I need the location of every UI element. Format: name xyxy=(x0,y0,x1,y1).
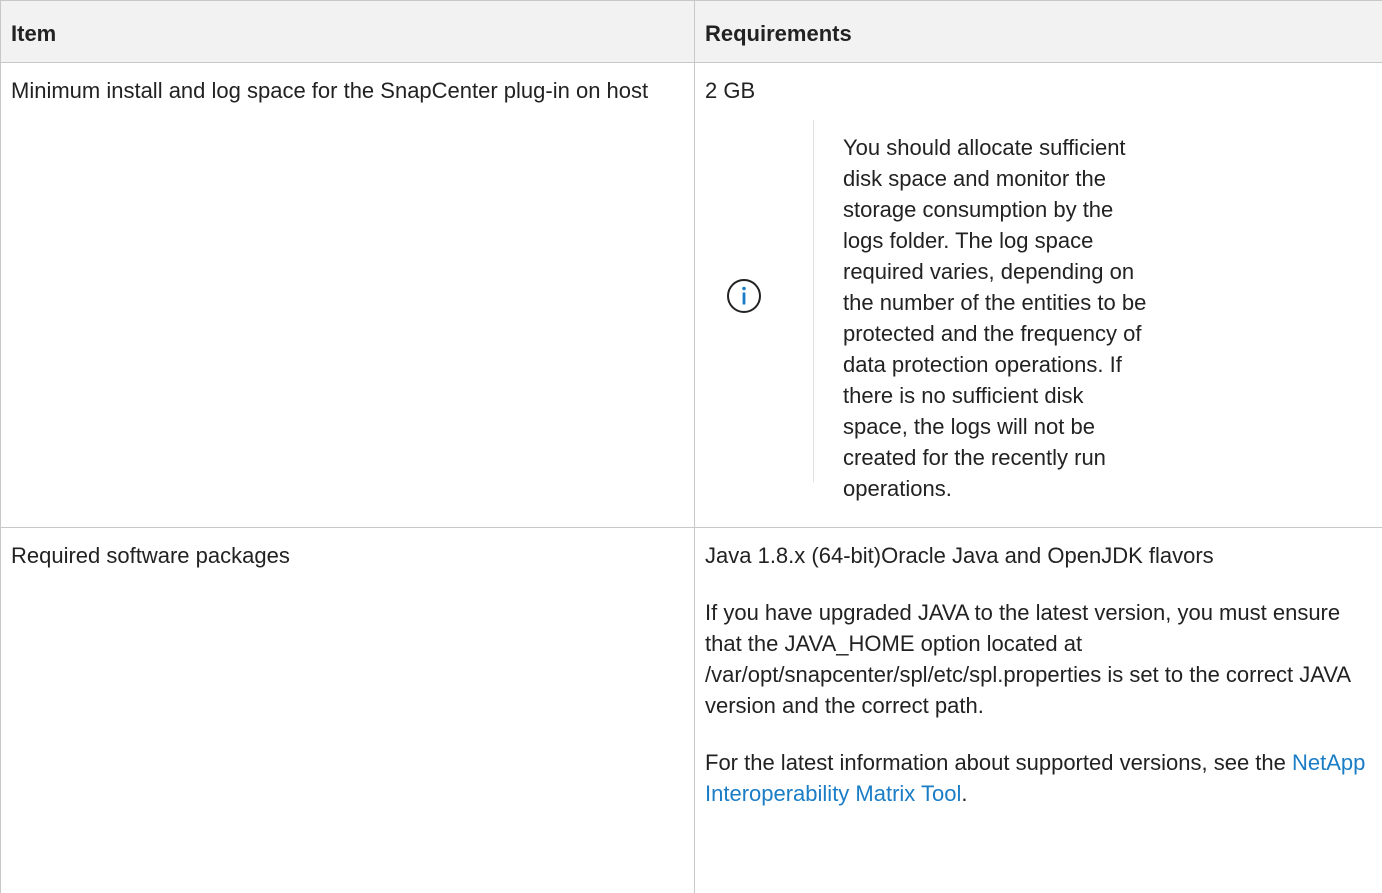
item-text: Minimum install and log space for the Sn… xyxy=(11,78,648,103)
note-text: You should allocate sufficient disk spac… xyxy=(843,132,1153,504)
info-note: You should allocate sufficient disk spac… xyxy=(705,120,1372,482)
java-home-paragraph: If you have upgraded JAVA to the latest … xyxy=(705,597,1372,721)
item-text: Required software packages xyxy=(11,543,290,568)
requirements-table: Item Requirements Minimum install and lo… xyxy=(0,0,1382,893)
requirement-cell: Java 1.8.x (64-bit)Oracle Java and OpenJ… xyxy=(695,528,1382,893)
table-header-row: Item Requirements xyxy=(1,1,1382,63)
header-requirements: Requirements xyxy=(695,1,1382,63)
requirement-text: Java 1.8.x (64-bit)Oracle Java and OpenJ… xyxy=(705,540,1372,571)
item-cell: Minimum install and log space for the Sn… xyxy=(1,63,695,528)
paragraph-prefix: For the latest information about support… xyxy=(705,750,1292,775)
item-cell: Required software packages xyxy=(1,528,695,893)
requirement-cell: 2 GB You should allocate sufficient disk… xyxy=(695,63,1382,528)
supported-versions-paragraph: For the latest information about support… xyxy=(705,747,1372,809)
table-row: Required software packages Java 1.8.x (6… xyxy=(1,528,1382,893)
info-icon xyxy=(726,278,762,314)
note-icon-column xyxy=(705,120,814,482)
header-item: Item xyxy=(1,1,695,63)
paragraph-suffix: . xyxy=(961,781,967,806)
requirement-text: 2 GB xyxy=(705,75,1372,106)
table-row: Minimum install and log space for the Sn… xyxy=(1,63,1382,528)
